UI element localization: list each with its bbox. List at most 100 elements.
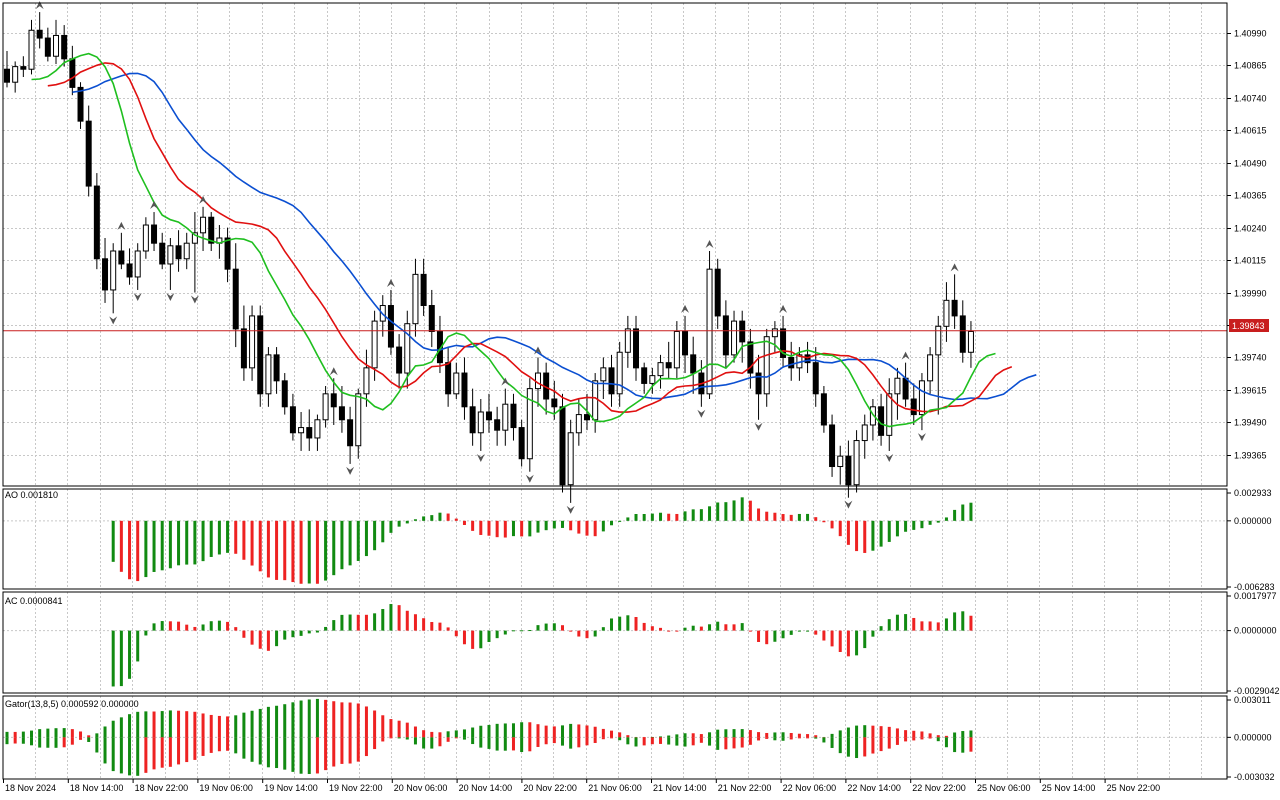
gator-upper-bar [495, 723, 499, 738]
gator-upper-bar [969, 730, 973, 738]
gator-lower-bar [5, 737, 9, 745]
bear-candle [151, 224, 158, 244]
gator-upper-bar [797, 733, 801, 738]
ac-bar [250, 630, 254, 645]
gator-upper-bar [569, 723, 573, 738]
ao-bar [757, 508, 761, 521]
ac-bar [634, 617, 638, 631]
time-label: 22 Nov 06:00 [783, 783, 837, 793]
trading-chart[interactable]: 1.40990 1.40865 1.40740 1.40615 1.40490 1.403… [0, 0, 1280, 800]
bull-candle [200, 216, 207, 234]
ao-bar [201, 520, 205, 562]
ac-bar [332, 620, 336, 631]
gator-upper-bar [765, 732, 769, 738]
gator-lower-bar [430, 737, 434, 749]
gator-lower-bar [299, 737, 303, 774]
ao-bar [209, 520, 213, 557]
gator-upper-bar [626, 735, 630, 738]
gator-upper-bar [5, 731, 9, 738]
ao-bar [593, 520, 597, 537]
gator-upper-bar [503, 723, 507, 738]
gator-upper-bar [13, 731, 17, 738]
ac-bar [789, 630, 793, 635]
bear-candle [469, 406, 476, 434]
ac-bar [961, 611, 965, 631]
ac-bar [324, 626, 328, 631]
gator-upper-bar [405, 722, 409, 738]
ao-bar [422, 516, 426, 521]
ao-bar [969, 502, 973, 521]
gator-lower-bar [266, 737, 270, 768]
ac-bar [511, 630, 515, 632]
gator-upper-bar [307, 699, 311, 738]
gator-upper-bar [552, 726, 556, 738]
gator-lower-bar [397, 737, 401, 739]
bear-candle [682, 330, 689, 356]
current-price-badge: 1.39843 [1229, 319, 1269, 332]
gator-lower-bar [748, 737, 752, 745]
gator-lower-bar [610, 737, 614, 739]
gator-lower-bar [356, 737, 360, 762]
gator-lower-bar [552, 737, 556, 744]
ac-bar [503, 630, 507, 635]
bull-candle [943, 299, 950, 327]
gator-lower-bar [536, 737, 540, 747]
ao-bar [291, 520, 295, 583]
ao-bar [389, 520, 393, 533]
ao-bar [299, 520, 303, 584]
ao-bar [920, 520, 924, 529]
ao-bar [471, 520, 475, 531]
ac-bar [667, 630, 671, 632]
ao-bar [928, 520, 932, 525]
ac-bar [462, 630, 466, 645]
bear-candle [126, 263, 133, 278]
ac-bar [814, 630, 818, 635]
gator-upper-bar [953, 732, 957, 738]
ao-bar [446, 513, 450, 521]
ao-bar [364, 520, 368, 557]
gator-lower-bar [871, 737, 875, 754]
gator-upper-bar [242, 712, 246, 738]
gator-upper-bar [62, 728, 66, 738]
gator-upper-bar [944, 735, 948, 738]
gator-lower-bar [822, 737, 826, 743]
gator-upper-bar [87, 735, 91, 738]
ao-axis-label: 0.000000 [1234, 516, 1272, 526]
ac-bar [340, 614, 344, 631]
ao-title: AO 0.001810 [5, 490, 58, 500]
bear-candle [690, 354, 697, 374]
ac-bar [405, 610, 409, 631]
ao-bar [610, 520, 614, 526]
gator-lower-bar [879, 737, 883, 752]
gator-lower-bar [438, 737, 442, 747]
ac-bar [920, 621, 924, 631]
ao-bar [838, 520, 842, 537]
ac-bar [111, 630, 115, 687]
ao-bar [846, 520, 850, 545]
ac-axis-label: 0.0000000 [1234, 626, 1277, 636]
gator-lower-bar [683, 737, 687, 747]
ac-bar [912, 617, 916, 631]
bull-candle [624, 328, 631, 353]
bear-candle [788, 356, 795, 369]
bear-candle [4, 68, 10, 83]
gator-upper-bar [520, 722, 524, 738]
ac-bar [438, 622, 442, 631]
bull-candle [673, 330, 680, 369]
ac-bar [128, 630, 132, 679]
gator-upper-bar [389, 719, 393, 738]
ao-bar [618, 520, 622, 522]
bear-candle [510, 403, 517, 429]
ao-bar [732, 500, 736, 521]
ac-bar [887, 619, 891, 631]
gator-upper-bar [748, 730, 752, 738]
bull-candle [853, 440, 860, 486]
gator-lower-bar [144, 737, 148, 773]
gator-lower-bar [185, 737, 189, 763]
bull-candle [731, 320, 738, 356]
ac-bar [593, 630, 597, 637]
gator-upper-bar [560, 725, 564, 738]
ac-bar [642, 622, 646, 631]
gator-lower-bar [560, 737, 564, 746]
gator-lower-bar [275, 737, 279, 769]
